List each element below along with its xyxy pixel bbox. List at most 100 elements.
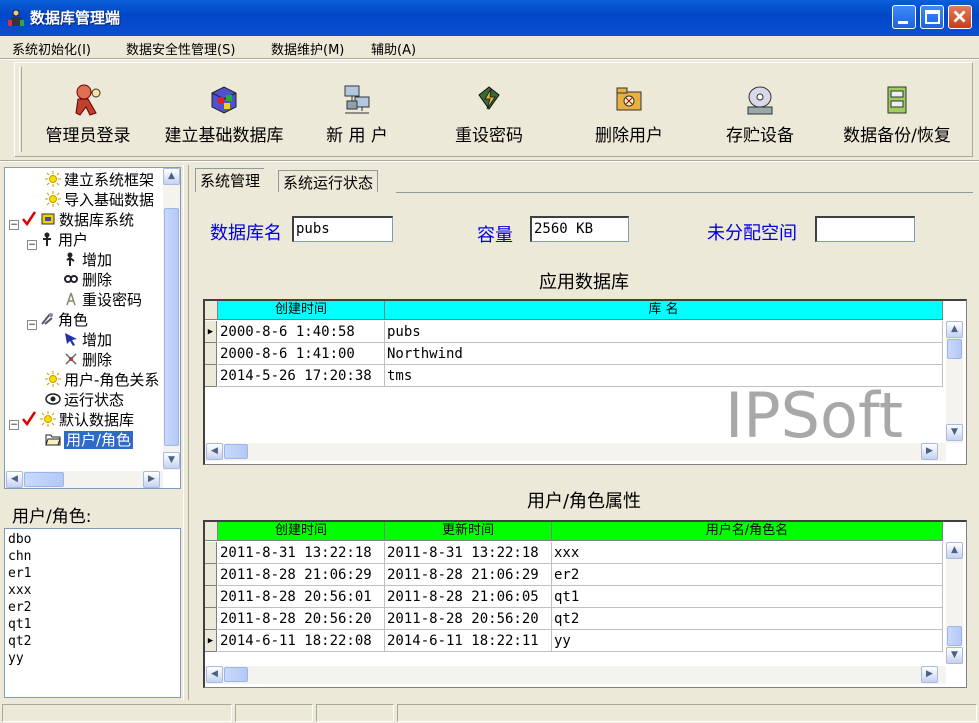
- tree-node-reset-password[interactable]: 重设密码: [63, 290, 142, 310]
- table-cell[interactable]: xxx: [552, 542, 943, 564]
- table-cell[interactable]: 2014-5-26 17:20:38: [218, 365, 385, 387]
- backup-restore-button[interactable]: 数据备份/恢复: [831, 83, 963, 153]
- column-header[interactable]: 更新时间: [385, 522, 552, 541]
- scroll-thumb[interactable]: [164, 208, 179, 446]
- scroll-thumb[interactable]: [24, 472, 64, 487]
- tree-node-users[interactable]: − 用户: [27, 230, 88, 250]
- tree-node-user-role-relation[interactable]: 用户-角色关系: [45, 370, 159, 390]
- table-cell[interactable]: 2014-6-11 18:22:08: [218, 630, 385, 652]
- scroll-right-icon[interactable]: ▶: [921, 443, 938, 460]
- scroll-down-icon[interactable]: ▼: [163, 452, 180, 469]
- tree-node-roles[interactable]: − 角色: [27, 310, 88, 330]
- table-cell[interactable]: 2011-8-28 20:56:20: [385, 608, 552, 630]
- tree-node-user-delete[interactable]: 删除: [63, 270, 112, 290]
- table-cell[interactable]: 2014-6-11 18:22:11: [385, 630, 552, 652]
- tree-horizontal-scrollbar[interactable]: ◀ ▶: [5, 471, 163, 488]
- list-item[interactable]: dbo: [8, 531, 177, 548]
- tree-node-role-add[interactable]: 增加: [63, 330, 112, 350]
- tree-node-role-delete[interactable]: 删除: [63, 350, 112, 370]
- app-db-vertical-scrollbar[interactable]: ▲ ▼: [946, 321, 963, 443]
- tab-system-management[interactable]: 系统管理: [195, 168, 265, 192]
- toolbar-grip[interactable]: [19, 67, 22, 152]
- collapse-icon[interactable]: −: [9, 220, 19, 230]
- column-header[interactable]: 创建时间: [218, 522, 385, 541]
- scroll-up-icon[interactable]: ▲: [163, 168, 180, 185]
- menu-system-init[interactable]: 系统初始化(I): [12, 39, 91, 58]
- list-item[interactable]: xxx: [8, 582, 177, 599]
- splitter[interactable]: [183, 165, 189, 700]
- scroll-down-icon[interactable]: ▼: [946, 424, 963, 441]
- tree-node-default-database[interactable]: − 默认数据库: [9, 410, 134, 430]
- scroll-right-icon[interactable]: ▶: [921, 666, 938, 683]
- db-name-field[interactable]: pubs: [292, 216, 393, 242]
- tree-node-user-add[interactable]: 增加: [63, 250, 112, 270]
- tree-node-run-status[interactable]: 运行状态: [45, 390, 124, 410]
- reset-password-button[interactable]: 重设密码: [439, 83, 539, 153]
- admin-login-button[interactable]: 管理员登录: [35, 83, 141, 153]
- minimize-button[interactable]: [892, 5, 916, 29]
- scroll-up-icon[interactable]: ▲: [946, 542, 963, 559]
- table-cell[interactable]: 2011-8-28 20:56:01: [218, 586, 385, 608]
- table-cell[interactable]: Northwind: [385, 343, 943, 365]
- scroll-up-icon[interactable]: ▲: [946, 321, 963, 338]
- app-db-horizontal-scrollbar[interactable]: ◀ ▶: [205, 443, 946, 461]
- storage-device-button[interactable]: 存贮设备: [715, 83, 805, 153]
- unallocated-space-field[interactable]: [815, 216, 915, 242]
- list-item[interactable]: qt2: [8, 633, 177, 650]
- user-role-list[interactable]: dbo chn er1 xxx er2 qt1 qt2 yy: [4, 528, 181, 698]
- tree-node-database-system[interactable]: − 数据库系统: [9, 210, 134, 230]
- menu-maintenance[interactable]: 数据维护(M): [271, 39, 344, 58]
- tree-node-user-role[interactable]: 用户/角色: [45, 430, 134, 450]
- column-header[interactable]: 创建时间: [218, 301, 385, 320]
- delete-user-button[interactable]: 删除用户: [577, 83, 681, 153]
- table-cell[interactable]: 2011-8-28 21:06:29: [385, 564, 552, 586]
- scroll-left-icon[interactable]: ◀: [206, 443, 223, 460]
- table-cell[interactable]: 2011-8-31 13:22:18: [218, 542, 385, 564]
- maximize-button[interactable]: [920, 5, 944, 29]
- user-props-grid[interactable]: 创建时间 更新时间 用户名/角色名 2011-8-31 13:22:18 201…: [203, 520, 967, 688]
- scroll-thumb[interactable]: [947, 339, 962, 359]
- collapse-icon[interactable]: −: [27, 320, 37, 330]
- scroll-right-icon[interactable]: ▶: [143, 471, 160, 488]
- table-cell[interactable]: qt2: [552, 608, 943, 630]
- table-cell[interactable]: yy: [552, 630, 943, 652]
- list-item[interactable]: yy: [8, 650, 177, 667]
- table-cell[interactable]: 2000-8-6 1:40:58: [218, 321, 385, 343]
- new-user-button[interactable]: 新 用 户: [309, 83, 405, 153]
- table-cell[interactable]: 2011-8-28 21:06:05: [385, 586, 552, 608]
- app-db-grid[interactable]: 创建时间 库 名 ▶ 2000-8-6 1:40:58 pubs 2000-8-…: [203, 299, 967, 465]
- scroll-down-icon[interactable]: ▼: [946, 647, 963, 664]
- table-cell[interactable]: 2011-8-28 21:06:29: [218, 564, 385, 586]
- tree-node-import-data[interactable]: 导入基础数据: [45, 190, 154, 210]
- column-header[interactable]: 用户名/角色名: [552, 522, 943, 541]
- user-props-horizontal-scrollbar[interactable]: ◀ ▶: [205, 666, 946, 684]
- table-cell[interactable]: qt1: [552, 586, 943, 608]
- close-button[interactable]: [948, 5, 972, 29]
- list-item[interactable]: er1: [8, 565, 177, 582]
- tab-system-status[interactable]: 系统运行状态: [278, 170, 379, 192]
- create-database-button[interactable]: 建立基础数据库: [157, 83, 291, 153]
- scroll-thumb[interactable]: [947, 626, 962, 646]
- table-cell[interactable]: 2000-8-6 1:41:00: [218, 343, 385, 365]
- scroll-left-icon[interactable]: ◀: [6, 471, 23, 488]
- menu-security[interactable]: 数据安全性管理(S): [126, 39, 235, 58]
- tree-node-build-framework[interactable]: 建立系统框架: [45, 170, 154, 190]
- capacity-field[interactable]: 2560 KB: [530, 216, 629, 242]
- navigation-tree[interactable]: 建立系统框架 导入基础数据 − 数据库系统 − 用户 增加 删除 重设密码 − 角色 …: [4, 167, 181, 489]
- collapse-icon[interactable]: −: [27, 240, 37, 250]
- list-item[interactable]: er2: [8, 599, 177, 616]
- user-props-vertical-scrollbar[interactable]: ▲ ▼: [946, 542, 963, 664]
- list-item[interactable]: chn: [8, 548, 177, 565]
- scroll-thumb[interactable]: [224, 667, 248, 682]
- list-item[interactable]: qt1: [8, 616, 177, 633]
- scroll-thumb[interactable]: [224, 444, 248, 459]
- tree-vertical-scrollbar[interactable]: ▲ ▼: [163, 168, 180, 470]
- table-cell[interactable]: er2: [552, 564, 943, 586]
- table-cell[interactable]: 2011-8-31 13:22:18: [385, 542, 552, 564]
- table-cell[interactable]: 2011-8-28 20:56:20: [218, 608, 385, 630]
- menu-help[interactable]: 辅助(A): [371, 39, 416, 58]
- title-bar[interactable]: [0, 0, 979, 36]
- column-header[interactable]: 库 名: [385, 301, 943, 320]
- scroll-left-icon[interactable]: ◀: [206, 666, 223, 683]
- table-cell[interactable]: pubs: [385, 321, 943, 343]
